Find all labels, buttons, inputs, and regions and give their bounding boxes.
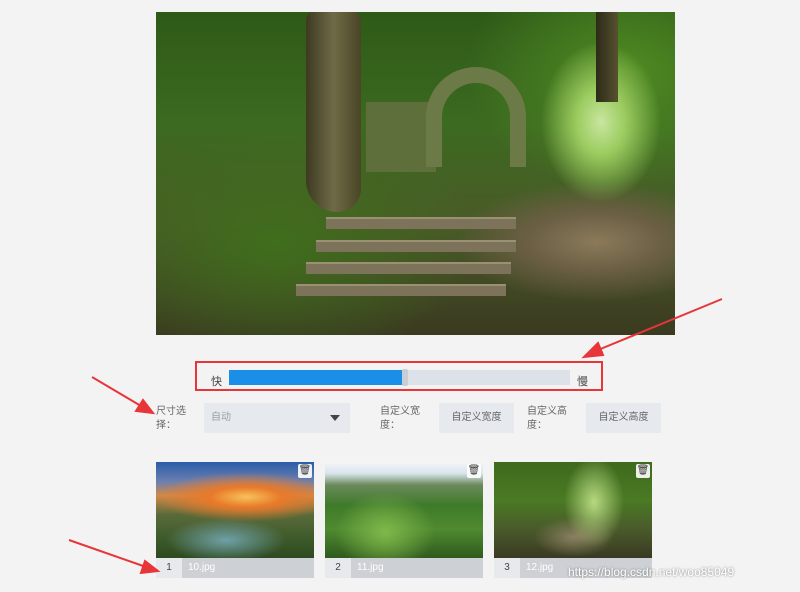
thumbnail-item[interactable]: 🗑 2 11.jpg (325, 462, 483, 578)
chevron-down-icon (330, 415, 340, 421)
trash-icon[interactable]: 🗑 (636, 464, 650, 478)
speed-slider-handle[interactable] (402, 369, 408, 386)
speed-fast-label: 快 (211, 376, 222, 388)
image-tree-trunk-right (596, 12, 618, 102)
thumbnail-image (325, 462, 483, 558)
thumbnail-image (494, 462, 652, 558)
image-step (316, 240, 516, 252)
custom-height-label: 自定义高度： (527, 406, 567, 431)
thumbnail-index: 2 (335, 562, 341, 573)
thumbnail-filename: 10.jpg (182, 558, 314, 578)
image-step (296, 284, 506, 296)
thumbnail-caption: 1 10.jpg (156, 558, 314, 578)
thumbnail-image (156, 462, 314, 558)
arrow-head (134, 398, 156, 415)
image-tree-trunk (306, 12, 361, 212)
thumbnail-filename: 11.jpg (351, 558, 483, 578)
speed-slow-label: 慢 (577, 376, 588, 388)
size-select-value: 自动 (211, 412, 231, 423)
arrow-to-size-select (91, 376, 142, 407)
custom-width-label: 自定义宽度： (380, 406, 420, 431)
main-preview-image (156, 12, 675, 335)
watermark-text: https://blog.csdn.net/woo85049 (568, 565, 735, 579)
thumbnail-item[interactable]: 🗑 3 12.jpg (494, 462, 652, 578)
custom-width-input[interactable]: 自定义宽度 (439, 403, 514, 433)
image-step (306, 262, 511, 274)
speed-slider[interactable] (229, 369, 570, 386)
thumbnail-index: 1 (166, 562, 172, 573)
thumbnail-caption: 2 11.jpg (325, 558, 483, 578)
trash-icon[interactable]: 🗑 (467, 464, 481, 478)
size-select[interactable]: 自动 (204, 403, 350, 433)
arrow-head (581, 341, 605, 359)
speed-slider-fill (229, 370, 403, 385)
image-step (326, 217, 516, 229)
thumbnail-item[interactable]: 🗑 1 10.jpg (156, 462, 314, 578)
trash-icon[interactable]: 🗑 (298, 464, 312, 478)
size-select-label: 尺寸选择： (156, 406, 186, 431)
custom-height-input[interactable]: 自定义高度 (586, 403, 661, 433)
image-stone-arch (426, 67, 526, 167)
thumbnail-index: 3 (504, 562, 510, 573)
arrow-to-thumbnail (68, 539, 147, 568)
